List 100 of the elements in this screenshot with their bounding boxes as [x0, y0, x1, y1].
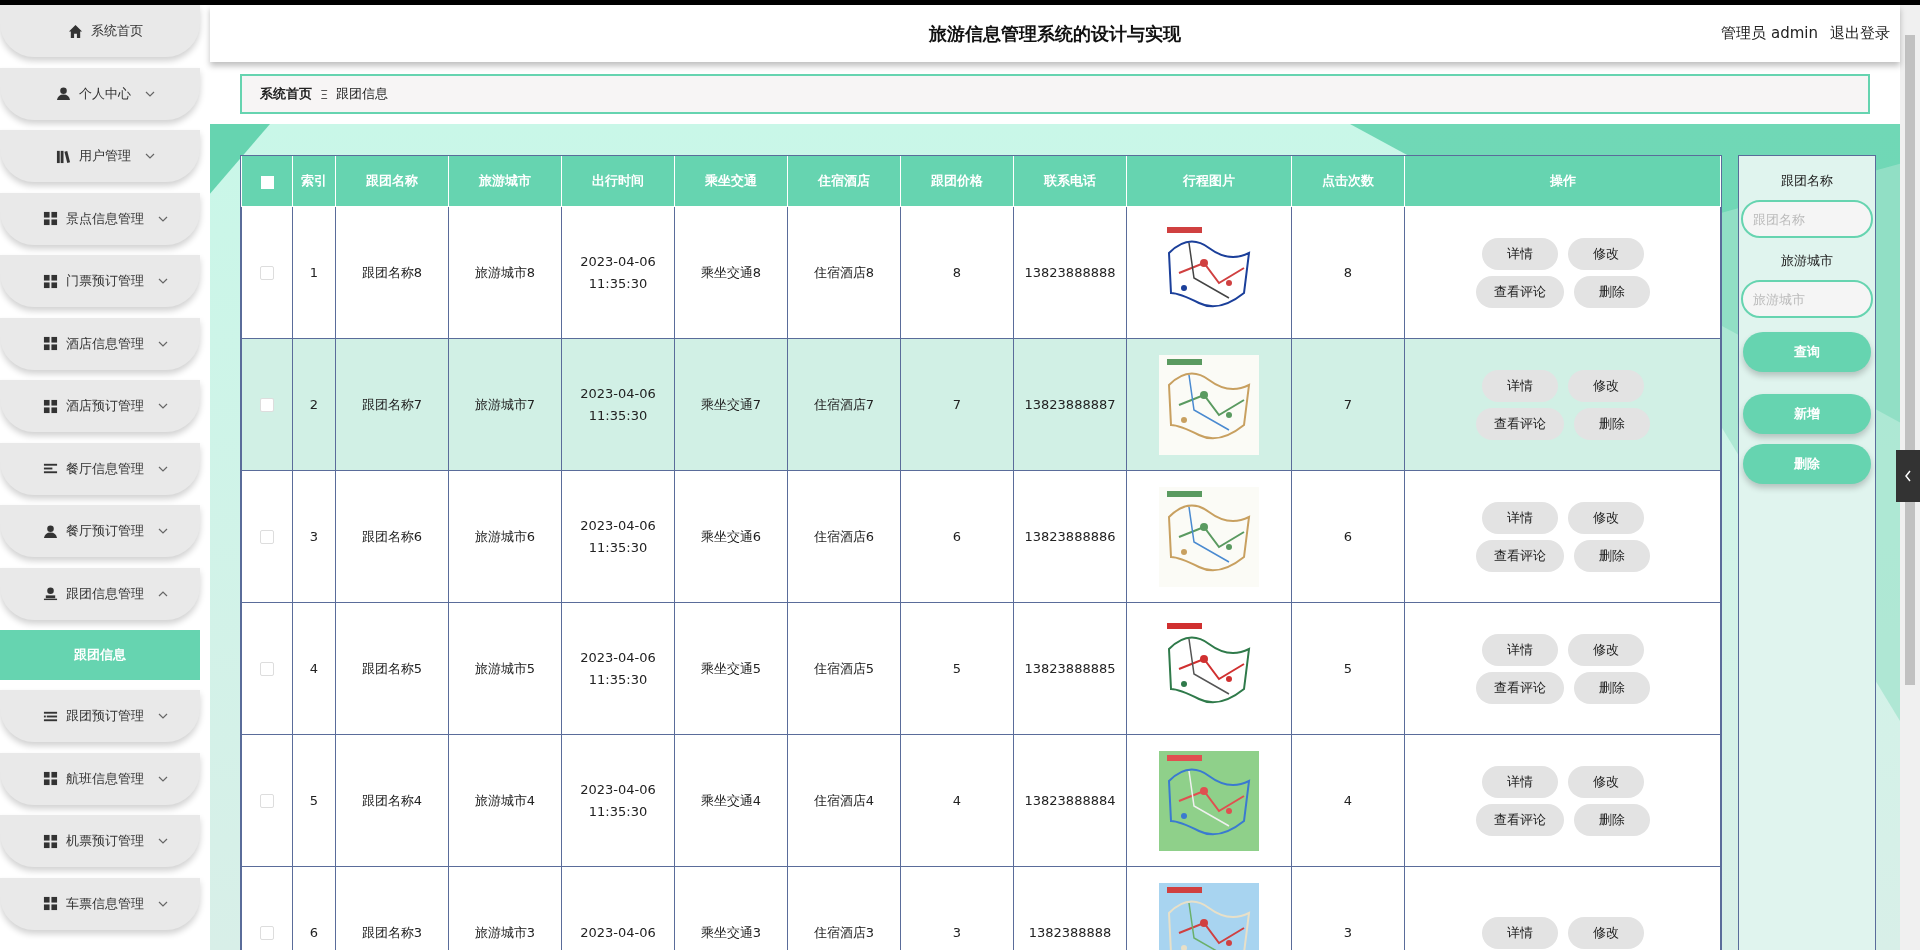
action-button[interactable]: 修改: [1567, 237, 1644, 270]
caret-icon: [157, 900, 168, 907]
breadcrumb-link[interactable]: 跟团信息: [336, 85, 389, 103]
table-cell-text: 旅游城市7: [474, 395, 536, 414]
action-button[interactable]: 查看评论: [1475, 407, 1564, 440]
sidebar-item[interactable]: 跟团信息管理: [0, 567, 200, 620]
column-header: 跟团价格: [900, 156, 1014, 207]
table-cell-text: 2023-04-06: [579, 923, 657, 942]
sidebar-item[interactable]: 酒店预订管理: [0, 380, 200, 432]
table-cell-text: 3: [1343, 923, 1353, 942]
column-header: 出行时间: [561, 156, 675, 207]
action-button[interactable]: 查看评论: [1475, 275, 1564, 308]
action-button[interactable]: 详情: [1481, 633, 1558, 666]
table-cell-text: 旅游城市6: [474, 527, 536, 546]
action-button[interactable]: 修改: [1567, 369, 1644, 402]
sidebar-item[interactable]: 系统首页: [0, 5, 200, 57]
select-all-checkbox[interactable]: [260, 175, 274, 189]
caret-icon: [157, 528, 168, 534]
table-cell-text: 7: [1343, 395, 1353, 414]
action-button[interactable]: 详情: [1481, 237, 1558, 270]
action-button[interactable]: 详情: [1481, 916, 1558, 949]
separator-icon: Ξ: [320, 86, 329, 102]
row-checkbox[interactable]: [260, 662, 274, 677]
row-checkbox[interactable]: [260, 926, 274, 941]
table-cell-text: 4: [1343, 791, 1353, 810]
table-cell-text: 跟团名称7: [361, 395, 423, 414]
action-button[interactable]: 详情: [1481, 369, 1558, 402]
chevron-icon: [1904, 470, 1912, 482]
action-button[interactable]: 删除: [1573, 539, 1650, 572]
grid-icon: [42, 896, 58, 911]
table-cell-text: 5: [1343, 659, 1353, 678]
search-field[interactable]: 跟团名称: [1741, 200, 1873, 238]
column-header: 住宿酒店: [787, 156, 901, 207]
table-cell-text: 13823888884: [1023, 791, 1117, 810]
table-cell-text: 住宿酒店4: [813, 791, 875, 810]
table-cell-text: 5: [309, 791, 319, 810]
column-header: 跟团名称: [335, 156, 449, 207]
table-cell-text: 住宿酒店8: [813, 263, 875, 282]
collapse-tab[interactable]: [1896, 450, 1920, 502]
scrollbar[interactable]: [1900, 5, 1920, 950]
books-icon: [55, 148, 71, 164]
table-cell-text: 2023-04-06 11:35:30: [579, 648, 657, 689]
table-cell-text: 跟团名称4: [361, 791, 423, 810]
caret-icon: [157, 590, 168, 597]
sidebar-item[interactable]: 餐厅预订管理: [0, 505, 200, 557]
sidebar-item[interactable]: 车票信息管理: [0, 877, 200, 930]
caret-icon: [157, 838, 168, 844]
table-cell-text: 1: [309, 263, 319, 282]
action-button[interactable]: 删除: [1573, 275, 1650, 308]
table-cell-text: 住宿酒店7: [813, 395, 875, 414]
field-label: 跟团名称: [1781, 172, 1833, 190]
action-button[interactable]: 查看评论: [1475, 671, 1564, 704]
row-checkbox[interactable]: [260, 398, 274, 413]
table-cell-text: 跟团名称3: [361, 923, 423, 942]
table-cell-text: 2023-04-06 11:35:30: [579, 384, 657, 425]
caret-icon: [144, 153, 155, 159]
table-cell-text: 4: [952, 791, 962, 810]
logout-link[interactable]: 退出登录: [1830, 24, 1890, 43]
caret-icon: [157, 340, 168, 347]
caret-icon: [157, 278, 168, 284]
row-checkbox[interactable]: [260, 794, 274, 809]
column-header: 索引: [292, 156, 336, 207]
caret-icon: [157, 713, 168, 719]
sidebar-item[interactable]: 门票预订管理: [0, 255, 200, 307]
action-button[interactable]: 修改: [1567, 633, 1644, 666]
page-title: 旅游信息管理系统的设计与实现: [929, 21, 1181, 46]
caret-icon: [157, 215, 168, 222]
table-cell-text: 13823888886: [1023, 527, 1117, 546]
grid-icon: [42, 273, 58, 289]
table-cell-text: 8: [952, 263, 962, 282]
table-cell-text: 7: [952, 395, 962, 414]
person-icon: [55, 86, 71, 101]
table-cell-text: 8: [1343, 263, 1353, 282]
person-icon: [42, 523, 58, 539]
sidebar-item[interactable]: 餐厅信息管理: [0, 442, 200, 495]
sidebar-item[interactable]: 航班信息管理: [0, 752, 200, 805]
sidebar-item[interactable]: 酒店信息管理: [0, 317, 200, 370]
row-checkbox[interactable]: [260, 530, 274, 545]
action-button[interactable]: 删除: [1573, 803, 1650, 836]
action-button[interactable]: 查看评论: [1475, 803, 1564, 836]
action-button[interactable]: 修改: [1567, 501, 1644, 534]
column-header: 联系电话: [1013, 156, 1127, 207]
action-button[interactable]: 修改: [1567, 916, 1644, 949]
action-button[interactable]: 修改: [1567, 765, 1644, 798]
action-button[interactable]: 删除: [1573, 671, 1650, 704]
sidebar-item[interactable]: 跟团预订管理: [0, 690, 200, 742]
user-label: 管理员 admin: [1721, 24, 1818, 43]
breadcrumb-link[interactable]: 系统首页: [260, 85, 312, 103]
lines-icon: [42, 461, 58, 476]
table-cell-text: 乘坐交通3: [700, 923, 762, 942]
sidebar-item[interactable]: 用户管理: [0, 130, 200, 182]
action-button[interactable]: 查看评论: [1475, 539, 1564, 572]
sidebar-item[interactable]: 个人中心: [0, 67, 200, 120]
action-button[interactable]: 详情: [1481, 765, 1558, 798]
sidebar-item[interactable]: 景点信息管理: [0, 192, 200, 245]
action-button[interactable]: 详情: [1481, 501, 1558, 534]
row-checkbox[interactable]: [260, 266, 274, 281]
action-button[interactable]: 删除: [1573, 407, 1650, 440]
sidebar-item[interactable]: 机票预订管理: [0, 815, 200, 867]
table-cell-text: 13823888888: [1023, 263, 1117, 282]
